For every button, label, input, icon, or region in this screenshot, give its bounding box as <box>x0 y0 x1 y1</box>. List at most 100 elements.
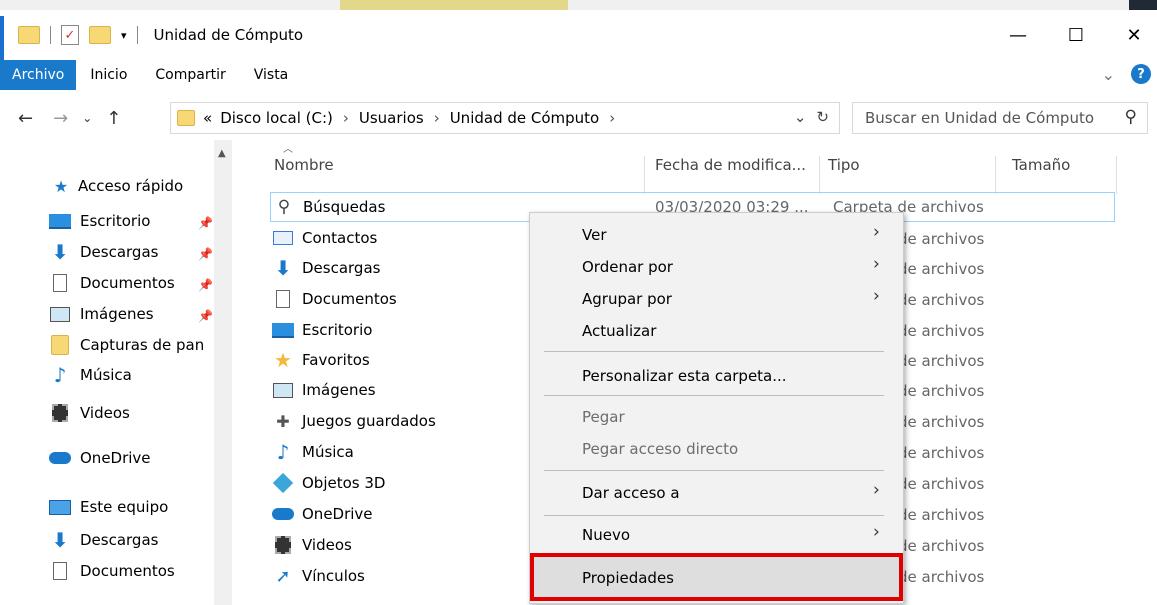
column-fecha[interactable]: Fecha de modifica... <box>655 156 806 174</box>
menu-item-personalizar[interactable]: Personalizar esta carpeta... <box>582 367 787 385</box>
image-icon <box>48 305 72 323</box>
video-icon <box>48 404 72 422</box>
column-nombre[interactable]: Nombre <box>274 156 334 174</box>
customize-toolbar-arrow-icon[interactable]: ▾ <box>121 29 127 42</box>
recent-locations-icon[interactable]: ⌄ <box>82 111 92 125</box>
top-strip <box>0 0 1157 10</box>
divider[interactable] <box>644 156 645 194</box>
nav-capturas[interactable]: Capturas de pan <box>48 335 204 355</box>
nav-onedrive[interactable]: OneDrive <box>48 449 151 467</box>
pin-icon[interactable]: 📌 <box>198 216 213 230</box>
expand-ribbon-icon[interactable]: ⌄ <box>1102 65 1115 84</box>
navigation-pane[interactable]: ▲ ★ Acceso rápido Escritorio ⬇ Descargas… <box>0 140 232 605</box>
download-icon: ⬇ <box>51 528 69 552</box>
tab-vista[interactable]: Vista <box>240 60 303 90</box>
type-cell: de archivos <box>898 382 985 400</box>
breadcrumb-usuarios[interactable]: Usuarios <box>359 109 424 127</box>
type-cell: de archivos <box>898 230 985 248</box>
nav-documentos[interactable]: Documentos <box>48 274 175 292</box>
menu-divider <box>544 515 884 516</box>
divider[interactable] <box>1116 156 1117 194</box>
menu-item-actualizar[interactable]: Actualizar <box>582 322 656 340</box>
nav-musica[interactable]: ♪ Música <box>48 363 132 387</box>
type-cell: de archivos <box>898 568 985 586</box>
back-arrow-icon[interactable]: ← <box>18 108 33 129</box>
tab-compartir[interactable]: Compartir <box>141 60 239 90</box>
nav-imagenes[interactable]: Imágenes <box>48 305 154 323</box>
chevron-right-icon: › <box>873 522 880 542</box>
nav-videos[interactable]: Videos <box>48 404 130 422</box>
nav-pc-descargas[interactable]: ⬇ Descargas <box>48 528 159 552</box>
column-header: Nombre Fecha de modifica... Tipo Tamaño <box>262 140 1122 194</box>
column-tamano[interactable]: Tamaño <box>1012 156 1070 174</box>
menu-item-agrupar-por[interactable]: Agrupar por <box>582 290 672 308</box>
download-icon: ⬇ <box>51 240 69 264</box>
type-cell: de archivos <box>898 291 985 309</box>
minimize-button[interactable]: — <box>995 10 1041 60</box>
type-cell: de archivos <box>898 506 985 524</box>
chevron-right-icon[interactable]: › <box>343 109 349 127</box>
address-row: ← → ⌄ ↑ « Disco local (C:) › Usuarios › … <box>0 96 1157 140</box>
divider <box>50 26 51 44</box>
maximize-button[interactable]: ☐ <box>1053 10 1099 60</box>
refresh-icon[interactable]: ↻ <box>816 108 829 126</box>
search-input[interactable]: Buscar en Unidad de Cómputo ⚲ <box>852 102 1148 134</box>
properties-check-icon[interactable]: ✓ <box>61 25 79 45</box>
pin-icon[interactable]: 📌 <box>198 247 213 261</box>
tab-inicio[interactable]: Inicio <box>76 60 141 90</box>
type-cell: de archivos <box>898 444 985 462</box>
computer-icon <box>48 498 72 516</box>
nav-quick-access[interactable]: ★ Acceso rápido <box>52 177 183 196</box>
nav-pc-documentos[interactable]: Documentos <box>48 562 175 580</box>
nav-descargas[interactable]: ⬇ Descargas <box>48 240 159 264</box>
menu-item-propiedades[interactable]: Propiedades <box>530 553 903 601</box>
column-tipo[interactable]: Tipo <box>828 156 860 174</box>
nav-scrollbar[interactable]: ▲ <box>214 140 232 605</box>
menu-item-ver[interactable]: Ver <box>582 226 607 244</box>
menu-item-dar-acceso[interactable]: Dar acceso a <box>582 484 680 502</box>
pin-icon[interactable]: 📌 <box>198 309 213 323</box>
address-overflow-icon[interactable]: « <box>203 109 212 127</box>
divider[interactable] <box>819 156 820 194</box>
chevron-right-icon: › <box>873 222 880 242</box>
music-icon: ♪ <box>276 440 290 464</box>
help-icon[interactable]: ? <box>1131 64 1151 84</box>
type-cell: de archivos <box>898 352 985 370</box>
divider[interactable] <box>995 156 996 194</box>
cloud-icon <box>48 449 72 467</box>
desktop-icon <box>48 212 72 230</box>
address-dropdown-icon[interactable]: ⌄ <box>794 108 807 126</box>
breadcrumb-disco-local[interactable]: Disco local (C:) <box>220 109 333 127</box>
ribbon-tabs: Archivo Inicio Compartir Vista ⌄ ? <box>0 60 1157 90</box>
menu-divider <box>544 351 884 352</box>
close-button[interactable]: ✕ <box>1111 10 1157 60</box>
forward-arrow-icon[interactable]: → <box>53 108 68 129</box>
folder-icon <box>177 110 195 126</box>
link-icon: ➚ <box>275 565 291 587</box>
new-folder-icon[interactable] <box>89 26 111 44</box>
menu-divider <box>544 395 884 396</box>
scroll-up-icon[interactable]: ▲ <box>218 148 226 159</box>
tab-archivo[interactable]: Archivo <box>0 60 77 90</box>
nav-escritorio[interactable]: Escritorio <box>48 212 150 230</box>
address-bar[interactable]: « Disco local (C:) › Usuarios › Unidad d… <box>170 102 840 134</box>
search-icon: ⚲ <box>277 197 291 217</box>
cube-icon <box>270 472 296 494</box>
breadcrumb-unidad-computo[interactable]: Unidad de Cómputo <box>450 109 600 127</box>
chevron-right-icon[interactable]: › <box>434 109 440 127</box>
folder-icon[interactable] <box>18 26 40 44</box>
up-arrow-icon[interactable]: ↑ <box>106 108 121 129</box>
pin-icon[interactable]: 📌 <box>198 278 213 292</box>
folder-icon <box>48 335 72 355</box>
menu-item-ordenar-por[interactable]: Ordenar por <box>582 258 673 276</box>
nav-este-equipo[interactable]: Este equipo <box>48 498 168 516</box>
chevron-right-icon[interactable]: › <box>609 109 615 127</box>
window-controls: — ☐ ✕ <box>983 10 1157 60</box>
menu-item-propiedades-label: Propiedades <box>582 569 674 587</box>
document-icon <box>48 274 72 292</box>
background-window-strip <box>340 0 568 10</box>
music-icon: ♪ <box>53 363 67 387</box>
image-icon <box>270 380 296 400</box>
context-menu: Ver › Ordenar por › Agrupar por › Actual… <box>529 212 904 604</box>
menu-item-nuevo[interactable]: Nuevo <box>582 526 630 544</box>
